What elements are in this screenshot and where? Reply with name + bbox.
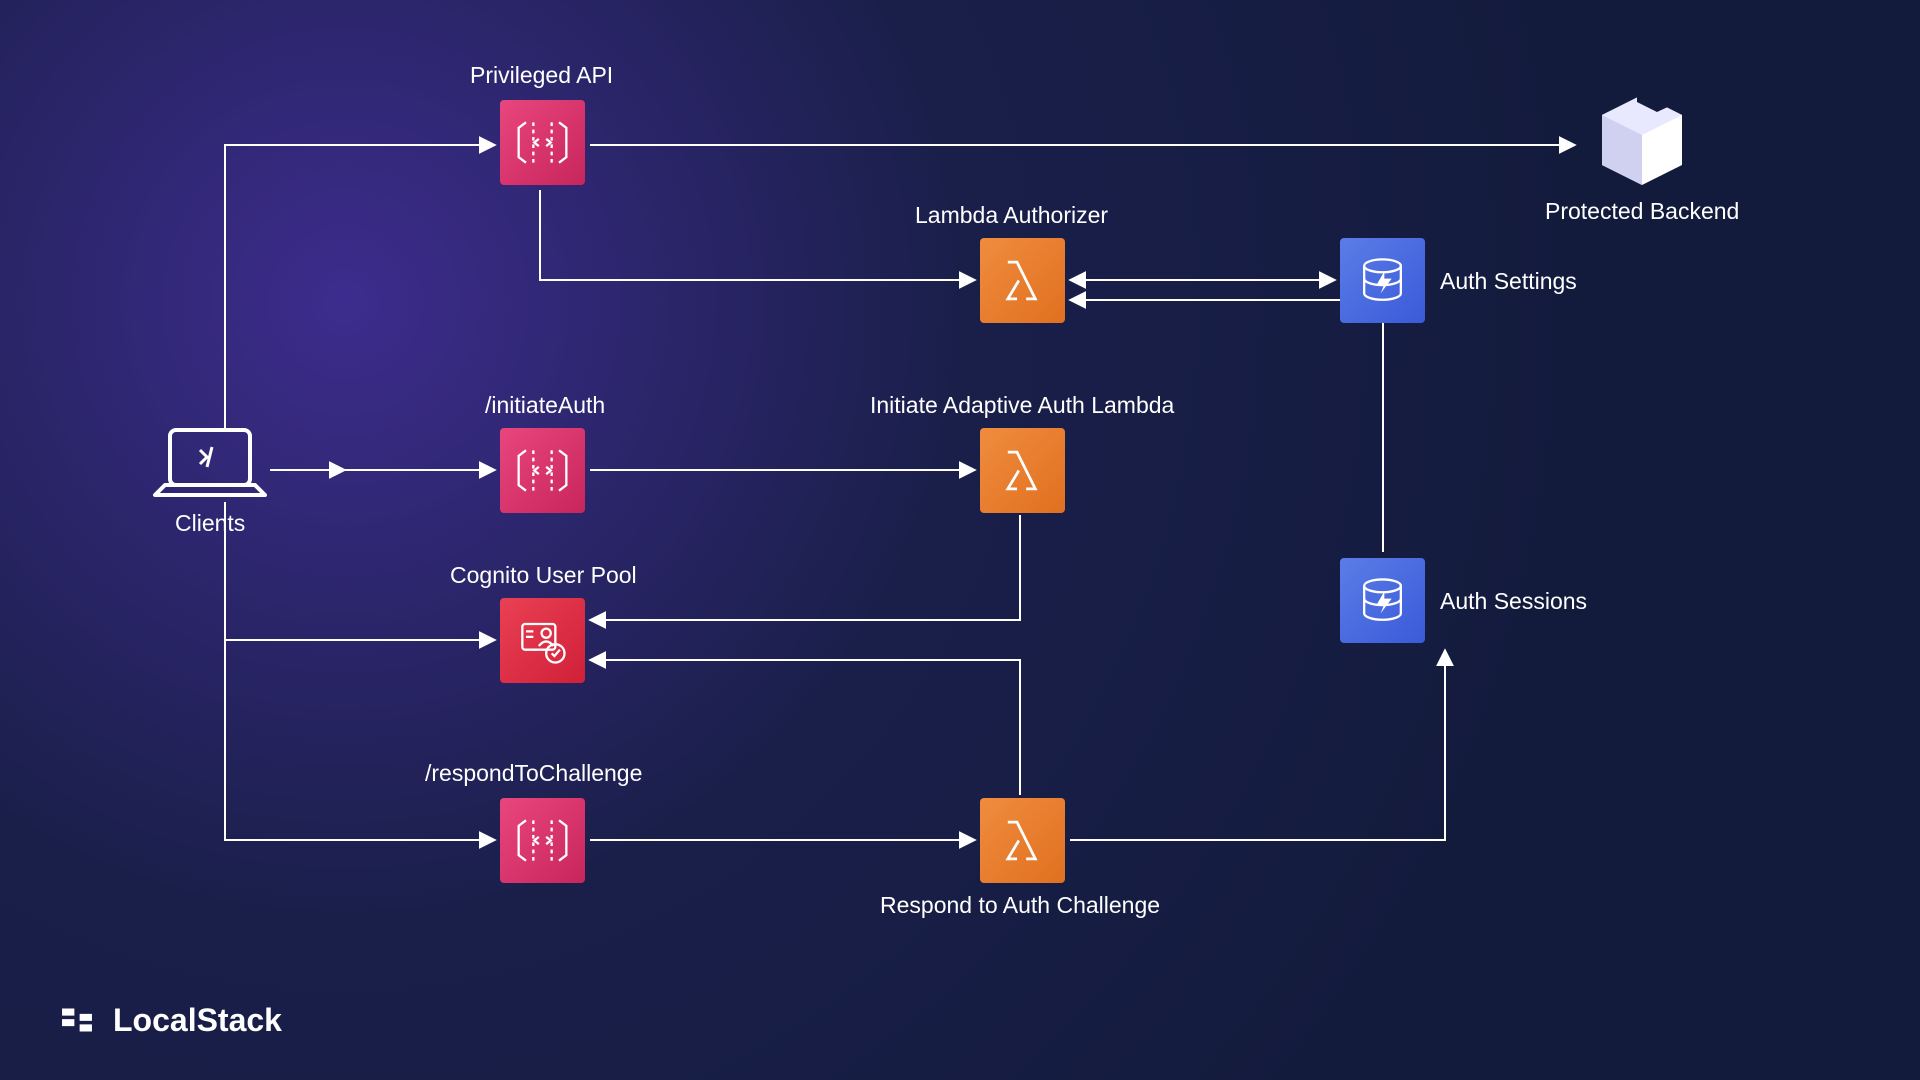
backend-label: Protected Backend bbox=[1545, 198, 1739, 225]
auth-sessions-label: Auth Sessions bbox=[1440, 588, 1587, 615]
backend-icon bbox=[1582, 80, 1702, 195]
initiate-lambda-node bbox=[980, 428, 1065, 513]
respond-lambda-label: Respond to Auth Challenge bbox=[880, 892, 1160, 919]
cognito-label: Cognito User Pool bbox=[450, 562, 637, 589]
respond-lambda-node bbox=[980, 798, 1065, 883]
auth-settings-node bbox=[1340, 238, 1425, 323]
clients-label: Clients bbox=[175, 510, 245, 537]
initiate-auth-node bbox=[500, 428, 585, 513]
auth-settings-label: Auth Settings bbox=[1440, 268, 1577, 295]
privileged-api-label: Privileged API bbox=[470, 62, 613, 89]
lambda-authorizer-node bbox=[980, 238, 1065, 323]
respond-challenge-label: /respondToChallenge bbox=[425, 760, 642, 787]
localstack-logo: LocalStack bbox=[55, 998, 282, 1042]
auth-sessions-node bbox=[1340, 558, 1425, 643]
respond-challenge-node bbox=[500, 798, 585, 883]
privileged-api-node bbox=[500, 100, 585, 185]
clients-icon bbox=[150, 425, 270, 510]
lambda-authorizer-label: Lambda Authorizer bbox=[915, 202, 1108, 229]
initiate-lambda-label: Initiate Adaptive Auth Lambda bbox=[870, 392, 1174, 419]
cognito-node bbox=[500, 598, 585, 683]
initiate-auth-label: /initiateAuth bbox=[485, 392, 605, 419]
logo-text: LocalStack bbox=[113, 1002, 282, 1039]
